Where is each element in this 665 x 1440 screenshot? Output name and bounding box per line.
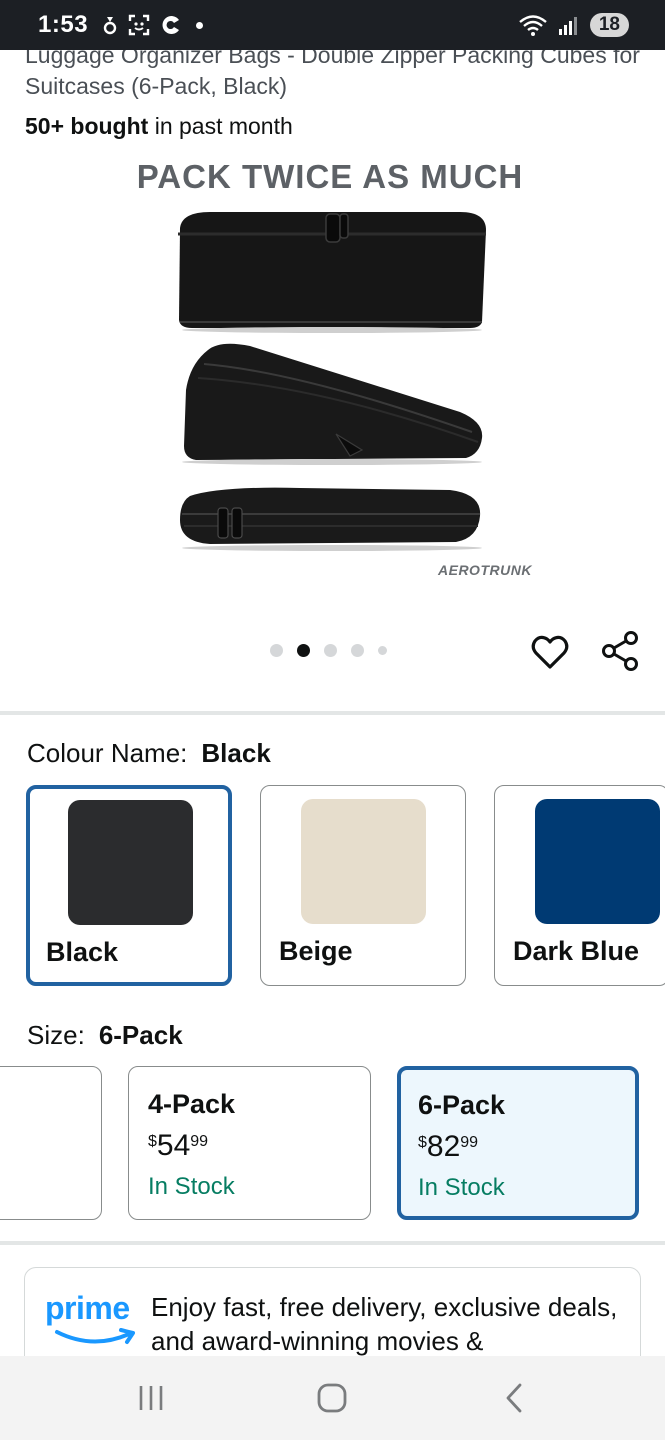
size-label-text: Size:	[27, 1020, 85, 1050]
size-label: Size: 6-Pack	[27, 1020, 183, 1051]
notification-dot	[196, 21, 204, 29]
price-whole: 82	[426, 1130, 461, 1163]
battery-indicator: 18	[589, 13, 629, 37]
colour-option-label: Dark Blue	[513, 936, 640, 966]
status-bar: 1:53 18	[0, 0, 665, 50]
price-currency: $	[148, 1133, 157, 1150]
wifi-icon	[519, 15, 547, 36]
colour-swatch	[535, 799, 660, 924]
home-icon	[318, 1383, 347, 1413]
bought-in-past-month: 50+ bought in past month	[25, 113, 293, 140]
size-selected-value: 6-Pack	[98, 1020, 183, 1050]
size-option-partial[interactable]	[0, 1066, 102, 1220]
colour-option-label: Beige	[279, 936, 353, 966]
bought-count: 50+ bought	[25, 113, 149, 139]
size-option-price: $8299	[418, 1130, 478, 1164]
screenshot-icon	[128, 14, 150, 36]
status-right-icons: 18	[518, 13, 629, 37]
signal-icon	[558, 17, 577, 35]
share-icon	[602, 631, 638, 671]
cube-expanded	[178, 212, 486, 333]
size-option-6-pack[interactable]: 6-Pack $8299 In Stock	[397, 1066, 639, 1220]
cube-compressed	[180, 487, 482, 551]
price-whole: 54	[156, 1129, 191, 1162]
carousel-dot-active[interactable]	[297, 644, 310, 657]
brand-logo: AEROTRUNK	[438, 562, 532, 578]
back-button[interactable]	[484, 1368, 544, 1428]
size-option-price: $5499	[148, 1129, 208, 1163]
price-fraction: 99	[460, 1134, 479, 1151]
notification-icon	[103, 17, 117, 35]
colour-option-beige[interactable]: Beige	[260, 785, 466, 986]
colour-name-label: Colour Name: Black	[27, 738, 271, 769]
home-button[interactable]	[302, 1368, 362, 1428]
size-option-stock: In Stock	[148, 1173, 235, 1200]
image-carousel-dots[interactable]	[270, 644, 387, 657]
heart-icon	[531, 635, 569, 669]
prime-logo-text: prime	[45, 1290, 130, 1326]
section-divider	[0, 1241, 665, 1245]
app-icon	[162, 16, 180, 34]
size-option-name: 6-Pack	[418, 1090, 506, 1120]
carousel-dot[interactable]	[351, 644, 364, 657]
colour-swatch	[301, 799, 426, 924]
section-divider	[0, 711, 665, 715]
share-button[interactable]	[600, 630, 640, 672]
prime-text: Enjoy fast, free delivery, exclusive dea…	[151, 1292, 618, 1356]
packing-cube-illustration	[178, 212, 486, 551]
status-time: 1:53	[38, 11, 89, 38]
prime-logo: prime	[45, 1290, 140, 1350]
prime-smile-icon	[55, 1328, 135, 1344]
system-nav-bar	[0, 1356, 665, 1440]
colour-option-dark-blue[interactable]: Dark Blue	[494, 785, 665, 986]
price-fraction: 99	[190, 1133, 209, 1150]
colour-selected-value: Black	[201, 738, 271, 768]
carousel-dot[interactable]	[378, 646, 387, 655]
recent-apps-button[interactable]	[121, 1368, 181, 1428]
size-option-4-pack[interactable]: 4-Pack $5499 In Stock	[128, 1066, 371, 1220]
product-image[interactable]: PACK TWICE AS MUCH AEROTRUNK	[100, 150, 565, 590]
add-to-list-button[interactable]	[530, 632, 570, 672]
colour-option-label: Black	[46, 937, 119, 967]
recent-apps-icon	[139, 1386, 163, 1410]
status-left-icons	[102, 14, 204, 36]
carousel-dot[interactable]	[324, 644, 337, 657]
size-option-name: 4-Pack	[148, 1089, 236, 1119]
size-option-stock: In Stock	[418, 1174, 505, 1201]
colour-swatch	[68, 800, 193, 925]
colour-option-black[interactable]: Black	[26, 785, 232, 986]
cube-compressing	[182, 343, 483, 465]
price-currency: $	[418, 1134, 427, 1151]
carousel-dot[interactable]	[270, 644, 283, 657]
colour-label-text: Colour Name:	[27, 738, 188, 768]
bought-suffix: in past month	[154, 113, 293, 139]
back-icon	[506, 1383, 522, 1413]
